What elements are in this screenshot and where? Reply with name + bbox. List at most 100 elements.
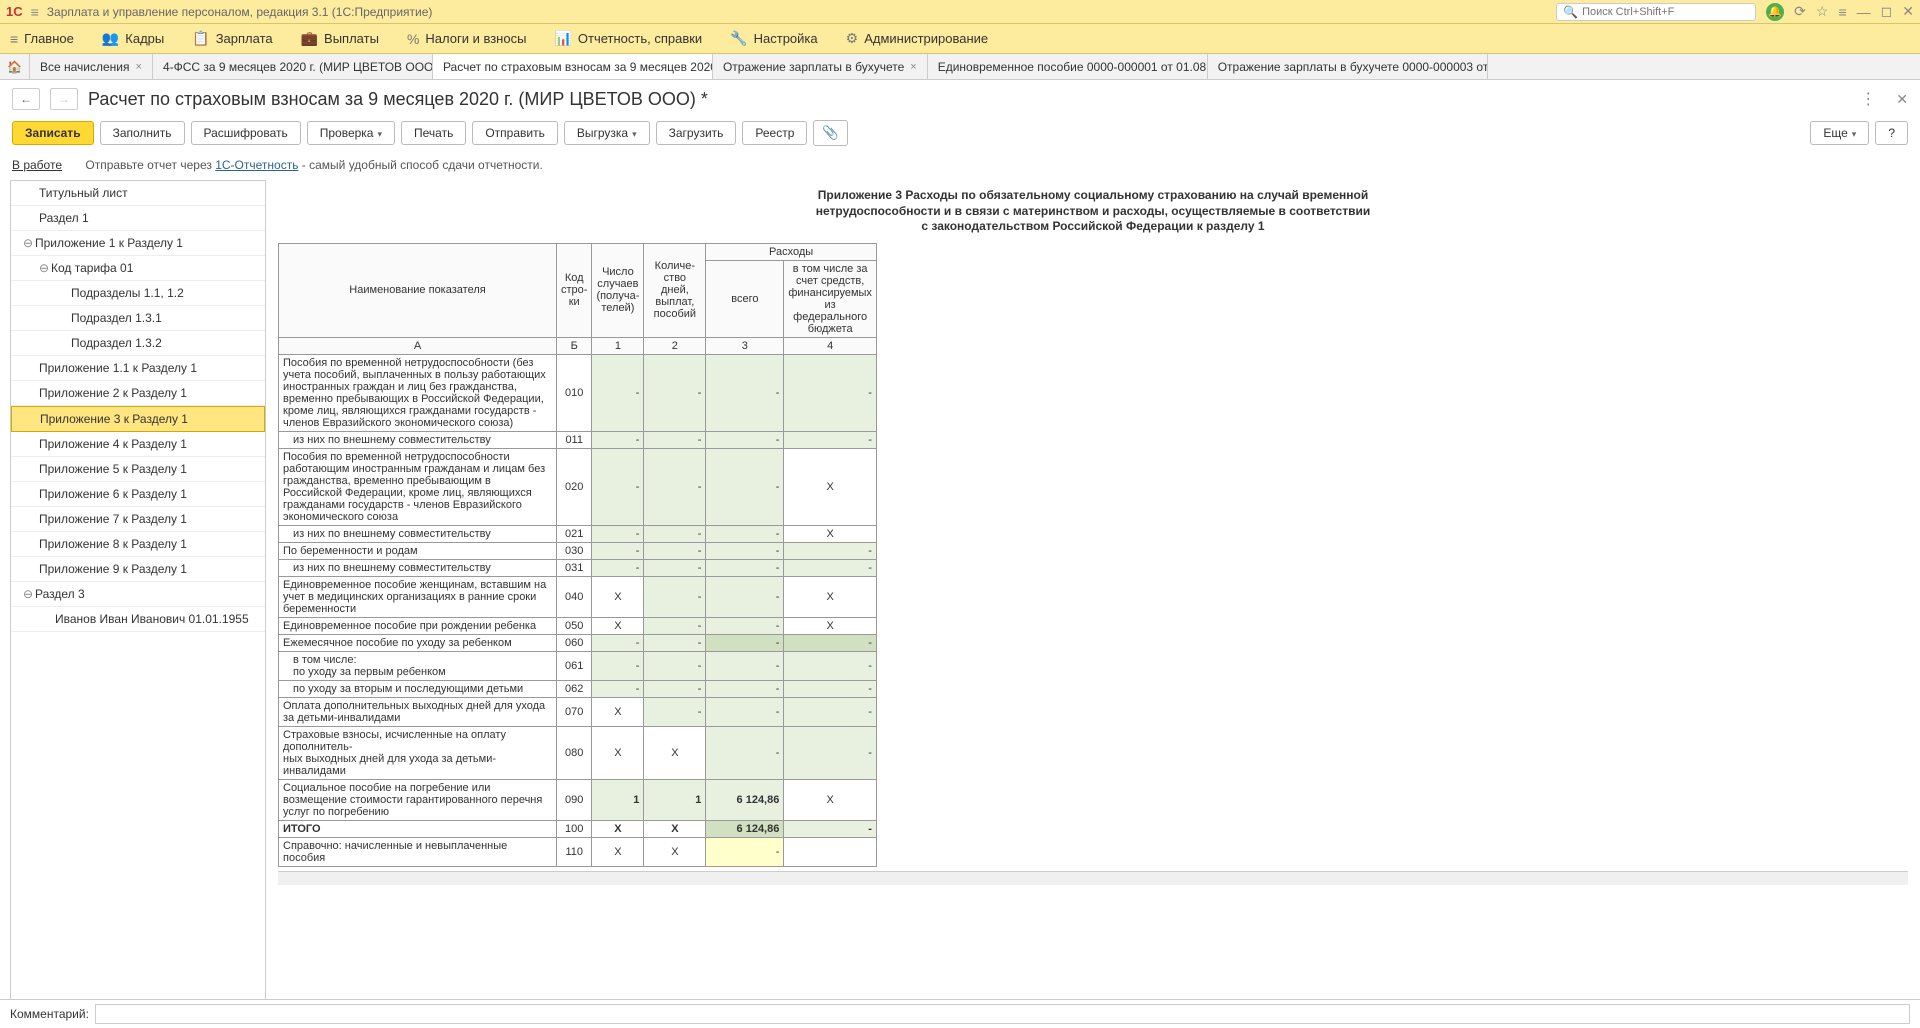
star-icon[interactable]: ☆ [1816,3,1829,20]
cell-value[interactable]: - [784,542,877,559]
cell-value[interactable]: - [706,837,784,866]
nav-tree[interactable]: Титульный листРаздел 1⊖Приложение 1 к Ра… [10,180,266,1008]
fill-button[interactable]: Заполнить [100,121,185,145]
cell-value[interactable]: - [644,697,706,726]
help-button[interactable]: ? [1875,121,1908,145]
nav-item[interactable]: Подразделы 1.1, 1.2 [11,281,265,306]
expander-icon[interactable]: ⊖ [39,261,51,275]
nav-item[interactable]: Приложение 8 к Разделу 1 [11,532,265,557]
cell-value[interactable]: - [706,634,784,651]
nav-item[interactable]: Титульный лист [11,181,265,206]
back-button[interactable]: ← [12,88,40,110]
state-link[interactable]: В работе [12,158,62,172]
cell-value[interactable]: Х [784,617,877,634]
cell-value[interactable]: Х [644,820,706,837]
cell-value[interactable]: - [784,651,877,680]
cell-value[interactable]: - [644,559,706,576]
decrypt-button[interactable]: Расшифровать [191,121,301,145]
nav-item[interactable]: Подраздел 1.3.1 [11,306,265,331]
cell-value[interactable]: Х [784,576,877,617]
burger-icon[interactable]: ≡ [31,4,39,20]
cell-value[interactable]: - [706,617,784,634]
export-button[interactable]: Выгрузка▾ [564,121,650,145]
more-button[interactable]: Еще▾ [1810,121,1869,145]
cell-value[interactable]: - [592,680,644,697]
cell-value[interactable]: - [706,525,784,542]
cell-value[interactable]: - [706,354,784,431]
cell-value[interactable]: - [644,634,706,651]
home-tab[interactable]: 🏠 [0,54,30,79]
expander-icon[interactable]: ⊖ [23,236,35,250]
bell-icon[interactable]: 🔔 [1766,3,1784,21]
expander-icon[interactable]: ⊖ [23,587,35,601]
report-link[interactable]: 1С-Отчетность [215,158,298,172]
nav-item[interactable]: Приложение 9 к Разделу 1 [11,557,265,582]
cell-value[interactable]: - [784,559,877,576]
menu-settings[interactable]: 🔧Настройка [730,30,817,47]
cell-value[interactable]: - [784,697,877,726]
write-button[interactable]: Записать [12,121,94,145]
cell-value[interactable]: - [784,680,877,697]
cell-value[interactable]: - [592,559,644,576]
cell-value[interactable]: - [644,680,706,697]
check-button[interactable]: Проверка▾ [307,121,395,145]
nav-item[interactable]: Приложение 5 к Разделу 1 [11,457,265,482]
cell-value[interactable]: Х [784,779,877,820]
cell-value[interactable]: - [706,448,784,525]
cell-value[interactable]: Х [592,617,644,634]
menu-taxes[interactable]: %Налоги и взносы [407,31,527,47]
cell-value[interactable]: - [784,820,877,837]
cell-value[interactable]: Х [784,525,877,542]
menu-icon[interactable]: ≡ [1838,4,1846,20]
menu-payments[interactable]: 💼Выплаты [301,30,379,47]
cell-value[interactable]: Х [592,820,644,837]
cell-value[interactable]: - [706,726,784,779]
cell-value[interactable]: - [592,431,644,448]
cell-value[interactable]: Х [592,726,644,779]
cell-value[interactable]: - [592,354,644,431]
tab-5[interactable]: Отражение зарплаты в бухучете 0000-00000… [1208,54,1488,79]
search-input[interactable] [1582,6,1749,18]
menu-main[interactable]: ≡Главное [10,31,74,47]
cell-value[interactable]: Х [644,726,706,779]
cell-value[interactable] [784,837,877,866]
attach-button[interactable]: 📎 [813,120,848,146]
tab-1[interactable]: 4-ФСС за 9 месяцев 2020 г. (МИР ЦВЕТОВ О… [153,54,433,79]
cell-value[interactable]: - [592,651,644,680]
cell-value[interactable]: - [706,651,784,680]
send-button[interactable]: Отправить [472,121,558,145]
close-icon[interactable]: ✕ [1902,3,1914,20]
tab-3[interactable]: Отражение зарплаты в бухучете× [713,54,928,79]
nav-item[interactable]: Иванов Иван Иванович 01.01.1955 [11,607,265,632]
cell-value[interactable]: Х [592,576,644,617]
cell-value[interactable]: - [644,431,706,448]
nav-item[interactable]: Приложение 6 к Разделу 1 [11,482,265,507]
tab-4[interactable]: Единовременное пособие 0000-000001 от 01… [928,54,1208,79]
cell-value[interactable]: - [644,651,706,680]
nav-item[interactable]: Подраздел 1.3.2 [11,331,265,356]
cell-value[interactable]: 6 124,86 [706,820,784,837]
cell-value[interactable]: - [784,431,877,448]
horizontal-scrollbar[interactable] [278,871,1908,885]
cell-value[interactable]: 1 [592,779,644,820]
cell-value[interactable]: - [706,431,784,448]
cell-value[interactable]: 6 124,86 [706,779,784,820]
cell-value[interactable]: - [784,634,877,651]
nav-item[interactable]: Приложение 3 к Разделу 1 [11,406,265,432]
menu-salary[interactable]: 📋Зарплата [192,30,272,47]
tab-close-icon[interactable]: × [136,61,142,73]
history-icon[interactable]: ⟳ [1794,3,1806,20]
nav-item[interactable]: Раздел 1 [11,206,265,231]
cell-value[interactable]: Х [592,697,644,726]
maximize-icon[interactable]: ◻ [1881,3,1893,20]
reestr-button[interactable]: Реестр [742,121,807,145]
print-button[interactable]: Печать [401,121,466,145]
tab-2[interactable]: Расчет по страховым взносам за 9 месяцев… [433,54,713,79]
cell-value[interactable]: Х [592,837,644,866]
cell-value[interactable]: - [706,697,784,726]
forward-button[interactable]: → [50,88,78,110]
load-button[interactable]: Загрузить [656,121,737,145]
cell-value[interactable]: - [644,525,706,542]
nav-item[interactable]: Приложение 7 к Разделу 1 [11,507,265,532]
menu-kadry[interactable]: 👥Кадры [102,30,164,47]
